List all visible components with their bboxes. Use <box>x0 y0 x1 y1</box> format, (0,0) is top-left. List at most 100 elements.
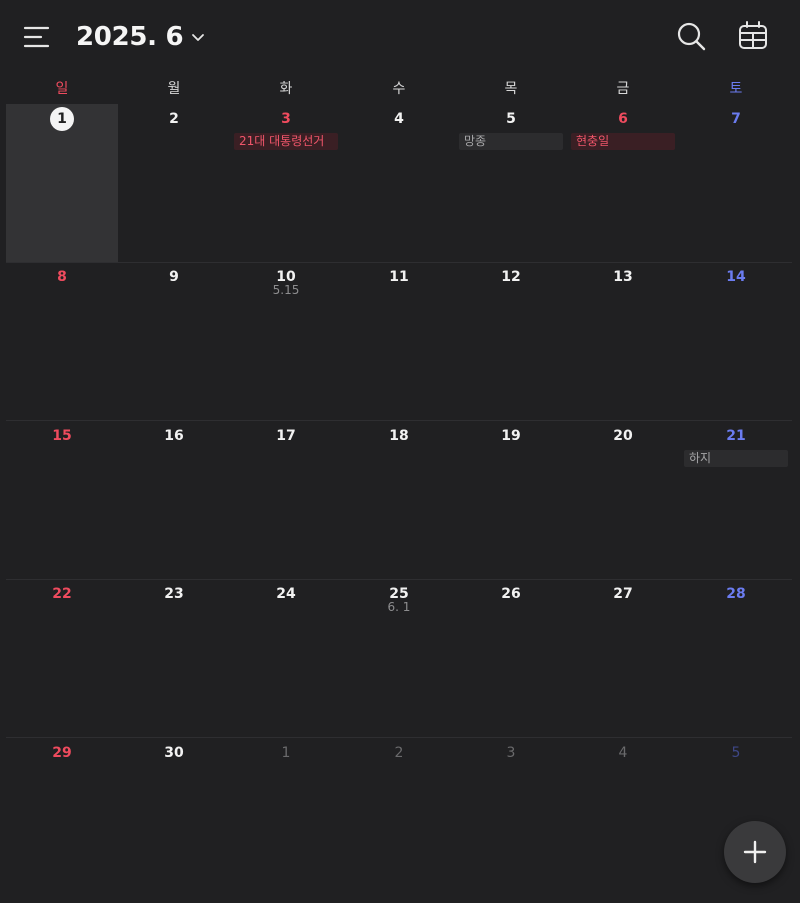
day-number-text: 16 <box>164 428 184 444</box>
day-cell[interactable]: 1 <box>230 738 342 896</box>
weekday-friday: 금 <box>616 81 630 97</box>
day-number-text: 13 <box>613 269 633 285</box>
day-number-text: 7 <box>731 111 741 127</box>
day-cell[interactable]: 6 현충일 <box>567 104 679 262</box>
day-cell[interactable]: 16 <box>118 421 230 579</box>
day-number: 19 <box>455 428 567 444</box>
day-cell[interactable]: 3 <box>455 738 567 896</box>
day-number-text: 2 <box>394 745 404 761</box>
calendar-view-button[interactable] <box>737 20 769 52</box>
day-cell[interactable]: 23 <box>118 579 230 737</box>
day-number: 18 <box>343 428 455 444</box>
day-cell[interactable]: 22 <box>6 579 118 737</box>
day-cell[interactable]: 30 <box>118 738 230 896</box>
day-number-text: 27 <box>613 586 633 602</box>
day-number: 27 <box>567 586 679 602</box>
chevron-down-icon <box>192 34 205 41</box>
day-cell[interactable]: 25 6. 1 <box>343 579 455 737</box>
day-number-text: 20 <box>613 428 633 444</box>
day-number: 24 <box>230 586 342 602</box>
day-cell[interactable]: 4 <box>567 738 679 896</box>
holiday-event-chip[interactable]: 현충일 <box>571 133 675 150</box>
day-cell[interactable]: 3 21대 대통령선거 <box>230 104 342 262</box>
day-number-text: 19 <box>501 428 521 444</box>
day-number-text: 15 <box>52 428 72 444</box>
day-number: 1 <box>6 107 118 131</box>
holiday-event-chip[interactable]: 21대 대통령선거 <box>234 133 338 150</box>
day-cell[interactable]: 5 망종 <box>455 104 567 262</box>
weekday-tuesday: 화 <box>279 81 293 97</box>
day-cell[interactable]: 29 <box>6 738 118 896</box>
day-number: 20 <box>567 428 679 444</box>
day-number: 9 <box>118 269 230 285</box>
day-number-text: 3 <box>506 745 516 761</box>
day-cell[interactable]: 9 <box>118 262 230 420</box>
event-chip[interactable]: 하지 <box>684 450 788 467</box>
day-number-text: 17 <box>276 428 296 444</box>
day-cell[interactable]: 28 <box>680 579 792 737</box>
day-cell[interactable]: 13 <box>567 262 679 420</box>
day-number-text: 5 <box>731 745 741 761</box>
day-cell[interactable]: 12 <box>455 262 567 420</box>
day-cell[interactable]: 10 5.15 <box>230 262 342 420</box>
calendar-grid-icon <box>739 21 767 49</box>
day-number-text: 8 <box>57 269 67 285</box>
week-row: 22 23 24 25 6. 1 26 27 28 <box>6 579 792 738</box>
day-number: 4 <box>567 745 679 761</box>
menu-button[interactable] <box>22 24 52 50</box>
day-number: 5 <box>680 745 792 761</box>
day-number-text: 3 <box>281 111 291 127</box>
month-title: 2025. 6 <box>76 22 184 52</box>
hamburger-menu-icon <box>23 26 50 48</box>
day-cell[interactable]: 7 <box>680 104 792 262</box>
day-cell[interactable]: 14 <box>680 262 792 420</box>
day-cell[interactable]: 15 <box>6 421 118 579</box>
day-cell[interactable]: 11 <box>343 262 455 420</box>
day-cell[interactable]: 19 <box>455 421 567 579</box>
day-cell[interactable]: 18 <box>343 421 455 579</box>
day-cell[interactable]: 17 <box>230 421 342 579</box>
day-number: 28 <box>680 586 792 602</box>
day-number: 6 <box>567 111 679 127</box>
day-number: 22 <box>6 586 118 602</box>
day-number-text: 1 <box>281 745 291 761</box>
weekday-monday: 월 <box>167 81 181 97</box>
day-number: 12 <box>455 269 567 285</box>
search-button[interactable] <box>675 20 707 52</box>
day-number: 2 <box>118 111 230 127</box>
day-number: 17 <box>230 428 342 444</box>
day-cell[interactable]: 8 <box>6 262 118 420</box>
today-marker: 1 <box>50 107 74 131</box>
day-number-text: 24 <box>276 586 296 602</box>
day-number: 5 <box>455 111 567 127</box>
weekday-thursday: 목 <box>504 81 518 97</box>
day-number-text: 9 <box>169 269 179 285</box>
month-selector[interactable]: 2025. 6 <box>76 18 205 56</box>
day-number: 3 <box>455 745 567 761</box>
weekday-wednesday: 수 <box>392 81 406 97</box>
day-number: 8 <box>6 269 118 285</box>
day-number: 23 <box>118 586 230 602</box>
day-cell[interactable]: 4 <box>343 104 455 262</box>
lunar-date: 5.15 <box>272 283 300 297</box>
day-cell[interactable]: 20 <box>567 421 679 579</box>
day-number: 4 <box>343 111 455 127</box>
day-cell[interactable]: 2 <box>343 738 455 896</box>
day-number: 30 <box>118 745 230 761</box>
weekday-header: 일 월 화 수 목 금 토 <box>6 78 792 100</box>
month-grid: 1 2 3 21대 대통령선거 4 5 망종 6 현충일 7 8 9 10 5.15 11 12 13 14 15 1… <box>6 104 792 903</box>
day-number-text: 23 <box>164 586 184 602</box>
day-cell[interactable]: 27 <box>567 579 679 737</box>
day-number-text: 2 <box>169 111 179 127</box>
weekday-saturday: 토 <box>729 81 743 97</box>
day-cell[interactable]: 24 <box>230 579 342 737</box>
add-event-button[interactable] <box>724 821 786 883</box>
day-number: 15 <box>6 428 118 444</box>
day-cell[interactable]: 26 <box>455 579 567 737</box>
week-row: 15 16 17 18 19 20 21 하지 <box>6 421 792 580</box>
day-cell[interactable]: 21 하지 <box>680 421 792 579</box>
day-cell[interactable]: 2 <box>118 104 230 262</box>
day-number-text: 28 <box>726 586 746 602</box>
day-cell[interactable]: 1 <box>6 104 118 262</box>
event-chip[interactable]: 망종 <box>459 133 563 150</box>
